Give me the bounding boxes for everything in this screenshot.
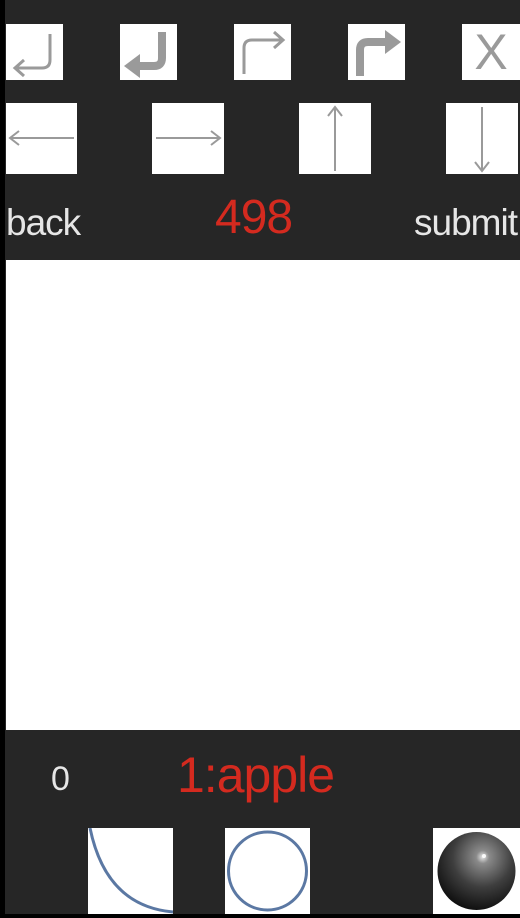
return-arrow-bold-icon <box>124 32 166 78</box>
prompt-label: 1:apple <box>177 747 335 803</box>
move-right-button[interactable] <box>152 103 224 174</box>
redo-arrow-thin-icon <box>242 30 286 74</box>
arrow-up-icon <box>327 105 343 171</box>
redo-all-button[interactable] <box>348 24 405 80</box>
score-label: 0 <box>51 760 70 798</box>
back-button[interactable]: back <box>6 204 81 241</box>
undo-all-button[interactable] <box>120 24 177 80</box>
return-arrow-thin-icon <box>12 34 52 78</box>
circle-tool-button[interactable] <box>225 828 310 914</box>
arrow-right-icon <box>156 130 222 146</box>
close-button[interactable]: X <box>462 24 520 80</box>
redo-button[interactable] <box>234 24 291 80</box>
arc-icon <box>88 828 173 914</box>
sphere-tool-button[interactable] <box>433 828 520 914</box>
drawing-canvas[interactable] <box>6 260 520 730</box>
arc-tool-button[interactable] <box>88 828 173 914</box>
move-left-button[interactable] <box>6 103 77 174</box>
submit-button[interactable]: submit <box>414 204 518 241</box>
arrow-down-icon <box>474 107 490 173</box>
arrow-left-icon <box>8 130 74 146</box>
sphere-icon <box>437 832 516 910</box>
move-down-button[interactable] <box>446 103 518 174</box>
redo-arrow-bold-icon <box>356 30 401 76</box>
circle-outline-icon <box>227 830 308 912</box>
move-up-button[interactable] <box>299 103 371 174</box>
stroke-counter: 498 <box>215 191 293 244</box>
x-icon: X <box>474 24 508 80</box>
undo-button[interactable] <box>6 24 63 80</box>
